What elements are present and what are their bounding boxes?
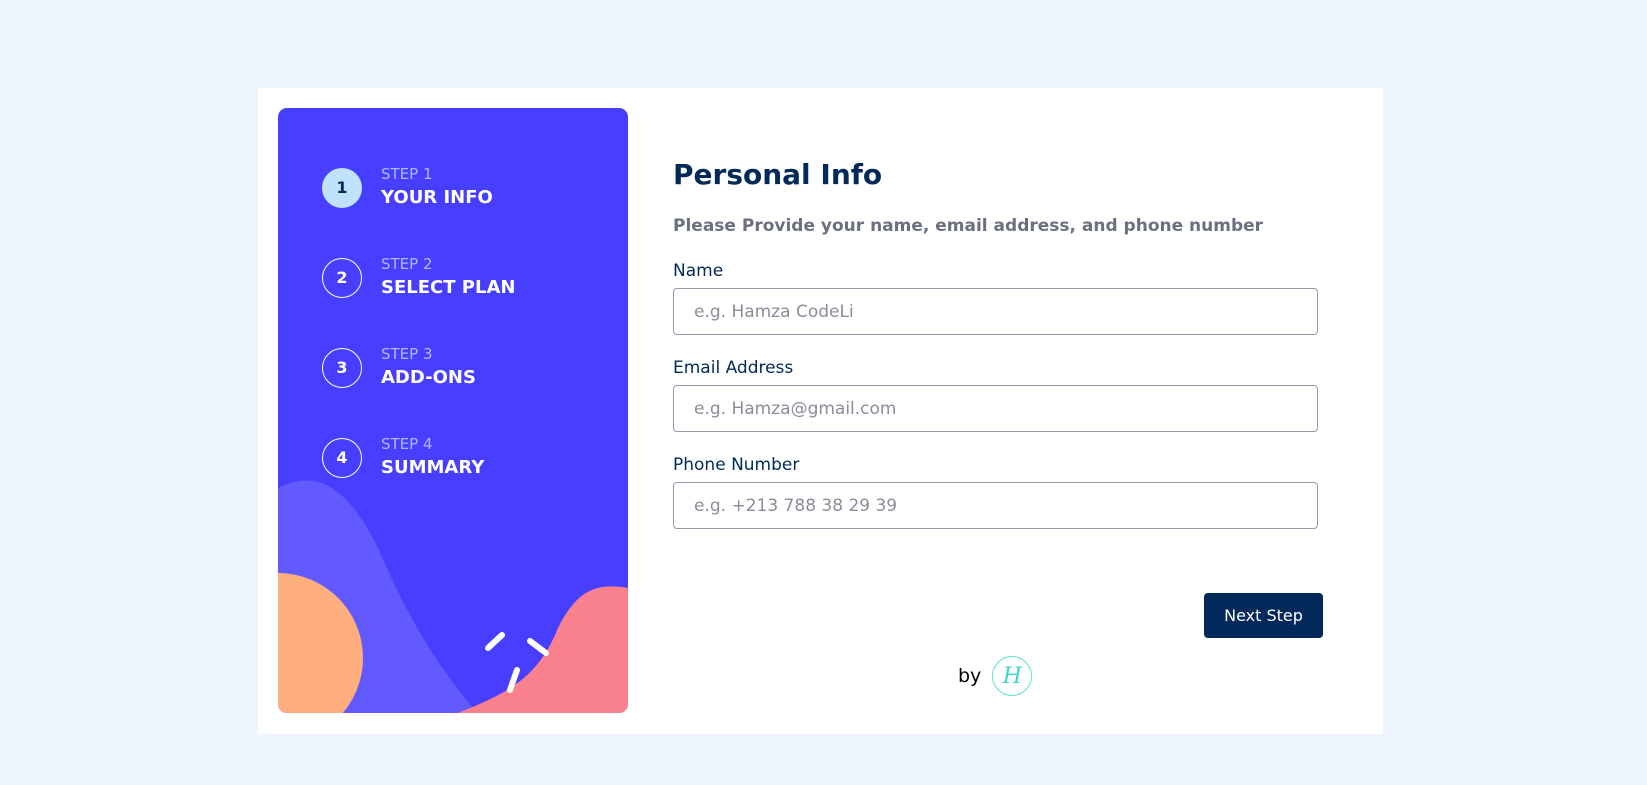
step-number: 3: [322, 347, 362, 388]
steps-sidebar: 1 STEP 1 YOUR INFO 2 STEP 2 SELECT PLAN …: [278, 108, 628, 713]
email-input[interactable]: [673, 385, 1318, 432]
email-label: Email Address: [673, 358, 794, 378]
step-label: STEP 1: [381, 165, 433, 183]
step-number: 2: [322, 257, 362, 298]
step-title: ADD-ONS: [381, 367, 476, 388]
step-number: 4: [322, 437, 362, 478]
author-logo-icon[interactable]: H: [992, 656, 1033, 696]
form-main: Personal Info Please Provide your name, …: [673, 88, 1353, 734]
step-label: STEP 4: [381, 435, 433, 453]
step-title: YOUR INFO: [381, 187, 493, 208]
step-2[interactable]: 2 STEP 2 SELECT PLAN: [322, 255, 515, 300]
page-subtitle: Please Provide your name, email address,…: [673, 216, 1264, 236]
step-3[interactable]: 3 STEP 3 ADD-ONS: [322, 345, 476, 390]
step-label: STEP 3: [381, 345, 433, 363]
name-label: Name: [673, 261, 724, 281]
step-4[interactable]: 4 STEP 4 SUMMARY: [322, 435, 484, 480]
phone-label: Phone Number: [673, 455, 800, 475]
step-label: STEP 2: [381, 255, 433, 273]
step-title: SUMMARY: [381, 457, 485, 478]
page-title: Personal Info: [673, 158, 883, 191]
author-credit: by H: [958, 656, 1033, 696]
form-card: 1 STEP 1 YOUR INFO 2 STEP 2 SELECT PLAN …: [258, 88, 1383, 734]
phone-input[interactable]: [673, 482, 1318, 529]
decor-stroke-1: [485, 632, 505, 651]
credit-text: by: [958, 665, 982, 687]
step-number: 1: [322, 167, 362, 208]
step-1[interactable]: 1 STEP 1 YOUR INFO: [322, 165, 493, 210]
decor-stroke-2: [527, 638, 549, 656]
next-step-button[interactable]: Next Step: [1204, 593, 1323, 638]
name-input[interactable]: [673, 288, 1318, 335]
step-title: SELECT PLAN: [381, 277, 516, 298]
